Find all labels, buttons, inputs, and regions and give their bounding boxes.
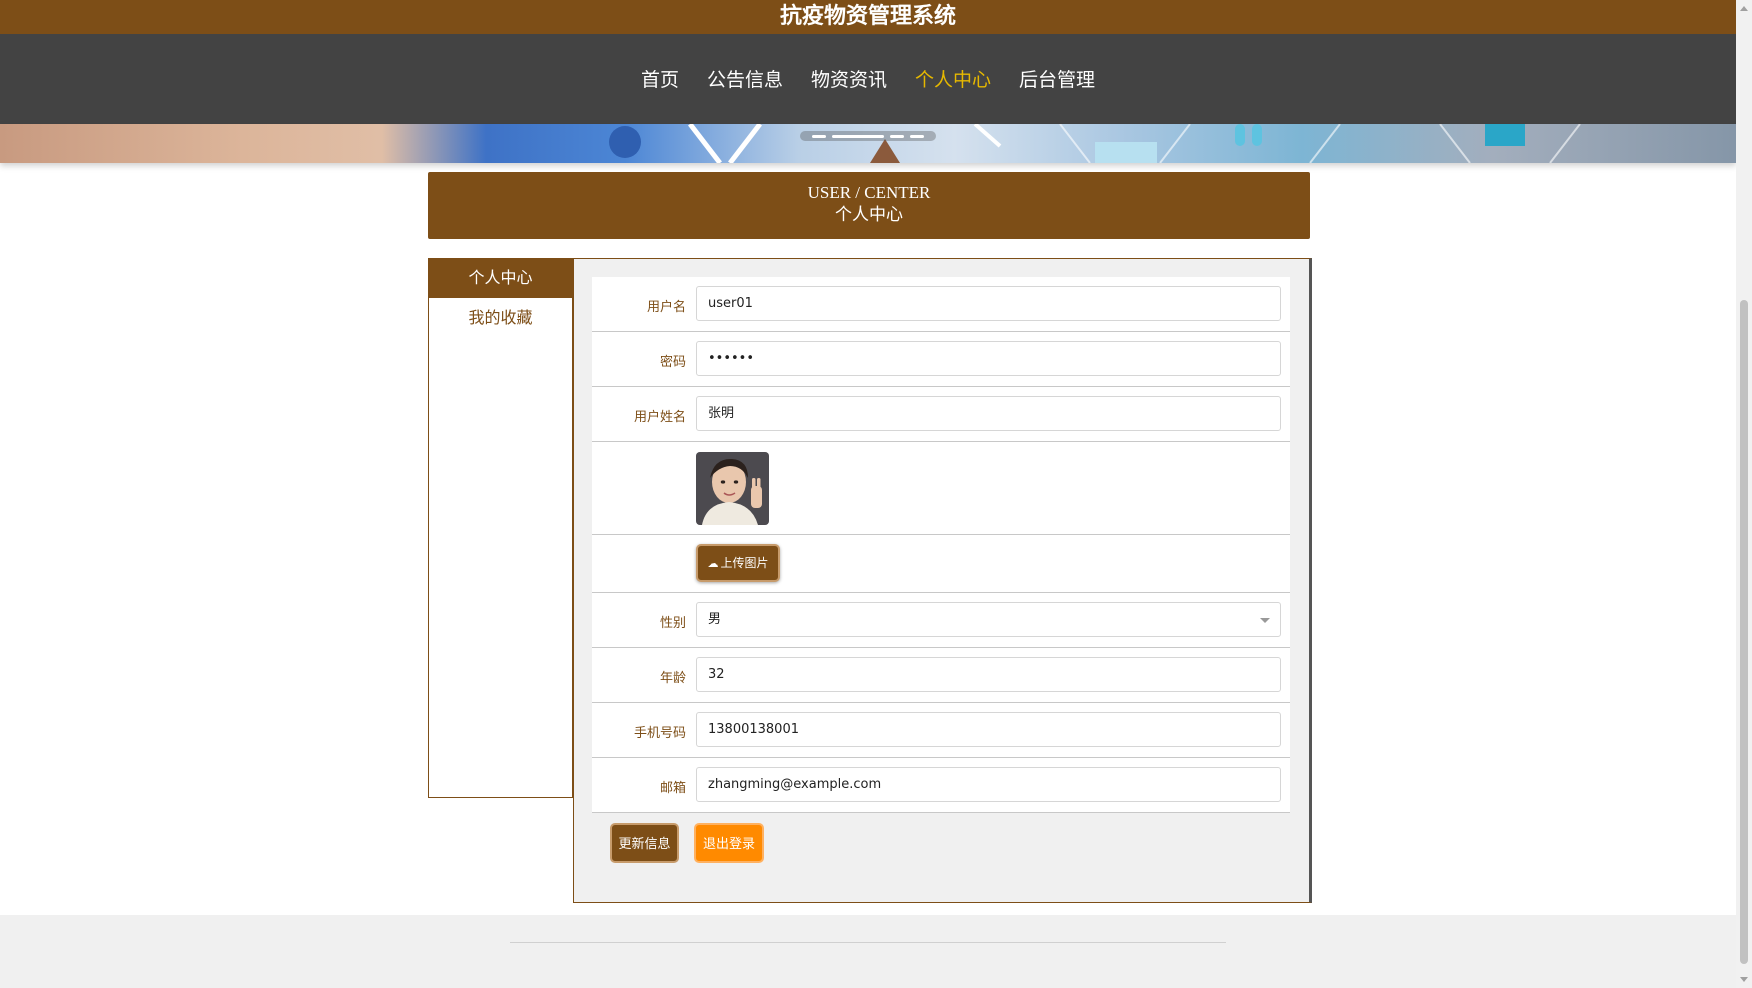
age-label: 年龄 (659, 671, 686, 686)
avatar-photo (696, 452, 769, 525)
carousel-dot[interactable] (910, 134, 924, 138)
update-info-button[interactable]: 更新信息 (610, 823, 679, 863)
form-actions: 更新信息 退出登录 (610, 823, 779, 863)
main-nav: 首页 公告信息 物资资讯 个人中心 后台管理 (0, 34, 1736, 125)
gender-value: 男 (708, 612, 722, 627)
username-label: 用户名 (646, 300, 686, 315)
carousel-indicators (800, 131, 936, 141)
upload-image-button[interactable]: ☁ 上传图片 (696, 544, 780, 582)
banner-carousel (0, 124, 1736, 163)
scroll-thumb[interactable] (1740, 300, 1748, 964)
form-row-avatar (592, 442, 1290, 535)
nav-item-admin[interactable]: 后台管理 (1018, 65, 1096, 95)
nav-item-user-center[interactable]: 个人中心 (914, 65, 992, 95)
profile-form: 用户名 user01 密码 •••••• 用户姓名 张明 ☁ 上传图片 性别 男… (592, 277, 1290, 813)
scroll-up-arrow-icon[interactable] (1740, 6, 1748, 11)
realname-label: 用户姓名 (633, 410, 686, 425)
section-title-en: USER / CENTER (807, 183, 931, 202)
phone-input[interactable]: 13800138001 (696, 712, 1281, 747)
section-header: USER / CENTER 个人中心 (428, 172, 1310, 239)
nav-item-notices[interactable]: 公告信息 (706, 65, 784, 95)
gender-label: 性别 (659, 616, 686, 631)
carousel-dot[interactable] (812, 134, 826, 138)
profile-panel: 用户名 user01 密码 •••••• 用户姓名 张明 ☁ 上传图片 性别 男… (573, 258, 1312, 903)
gender-select[interactable]: 男 (696, 602, 1281, 637)
nav-item-materials-news[interactable]: 物资资讯 (810, 65, 888, 95)
page-scrollbar[interactable] (1736, 0, 1752, 988)
banner-image (609, 124, 1581, 163)
chevron-down-icon (1260, 618, 1270, 623)
sidebar: 个人中心 我的收藏 (428, 258, 573, 798)
form-row-email: 邮箱 zhangming@example.com (592, 758, 1290, 813)
email-input[interactable]: zhangming@example.com (696, 767, 1281, 802)
form-row-password: 密码 •••••• (592, 332, 1290, 387)
form-row-upload: ☁ 上传图片 (592, 535, 1290, 593)
phone-label: 手机号码 (633, 726, 686, 741)
email-label: 邮箱 (659, 781, 686, 796)
scroll-down-arrow-icon[interactable] (1740, 977, 1748, 982)
carousel-dot-active[interactable] (832, 134, 884, 138)
cloud-upload-icon: ☁ (707, 557, 719, 570)
sidebar-item-user-center[interactable]: 个人中心 (429, 258, 572, 298)
nav-item-home[interactable]: 首页 (640, 65, 680, 95)
realname-input[interactable]: 张明 (696, 396, 1281, 431)
password-label: 密码 (659, 355, 686, 370)
form-row-age: 年龄 32 (592, 648, 1290, 703)
form-row-username: 用户名 user01 (592, 277, 1290, 332)
carousel-dot[interactable] (890, 134, 904, 138)
form-row-gender: 性别 男 (592, 593, 1290, 648)
form-row-realname: 用户姓名 张明 (592, 387, 1290, 442)
footer (0, 915, 1736, 988)
form-row-phone: 手机号码 13800138001 (592, 703, 1290, 758)
footer-divider (510, 942, 1226, 943)
section-title-cn: 个人中心 (835, 205, 903, 225)
logout-button[interactable]: 退出登录 (694, 823, 764, 863)
avatar (696, 452, 769, 525)
age-input[interactable]: 32 (696, 657, 1281, 692)
upload-label: 上传图片 (720, 556, 769, 570)
app-title: 抗疫物资管理系统 (0, 0, 1736, 35)
password-input[interactable]: •••••• (696, 341, 1281, 376)
username-input[interactable]: user01 (696, 286, 1281, 321)
sidebar-item-favorites[interactable]: 我的收藏 (429, 298, 572, 338)
